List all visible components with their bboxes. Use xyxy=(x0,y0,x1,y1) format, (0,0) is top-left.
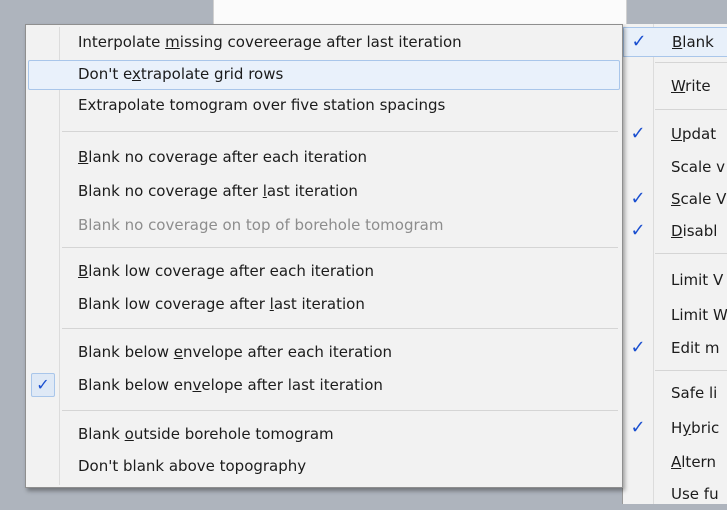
checkmark-icon: ✓ xyxy=(630,220,646,241)
menu-item-label: Don't extrapolate grid rows xyxy=(78,65,284,83)
parent-item-blank[interactable]: ✓ Blank xyxy=(623,27,727,57)
parent-item-alternate[interactable]: Altern xyxy=(623,448,727,478)
parent-item-label: Updat xyxy=(671,125,717,143)
menu-item-blank-low-coverage-last[interactable]: Blank low coverage after last iteration xyxy=(28,290,620,320)
parent-item-write[interactable]: Write xyxy=(623,72,727,102)
menu-item-blank-no-coverage-top-borehole: Blank no coverage on top of borehole tom… xyxy=(28,211,620,241)
menu-item-label: Blank outside borehole tomogram xyxy=(78,425,334,443)
checkmark-icon: ✓ xyxy=(31,373,55,397)
menu-item-blank-below-envelope-each[interactable]: Blank below envelope after each iteratio… xyxy=(28,338,620,368)
parent-separator xyxy=(655,370,727,371)
parent-item-label: Disabl xyxy=(671,222,718,240)
menu-item-blank-below-envelope-last[interactable]: ✓ Blank below envelope after last iterat… xyxy=(28,371,620,401)
parent-item-label: Limit W xyxy=(671,306,727,324)
checkmark-icon: ✓ xyxy=(630,417,646,438)
menu-item-label: Don't blank above topography xyxy=(78,457,307,475)
parent-item-limit-v[interactable]: Limit V xyxy=(623,266,727,296)
menu-item-blank-no-coverage-last[interactable]: Blank no coverage after last iteration xyxy=(28,177,620,207)
menu-separator xyxy=(62,131,618,132)
parent-item-edit[interactable]: ✓ Edit m xyxy=(623,334,727,364)
parent-item-label: Use fu xyxy=(671,485,719,503)
parent-item-label: Safe li xyxy=(671,384,718,402)
menu-item-label: Blank no coverage on top of borehole tom… xyxy=(78,216,444,234)
parent-item-disable[interactable]: ✓ Disabl xyxy=(623,217,727,247)
checkmark-icon: ✓ xyxy=(630,188,646,209)
parent-separator xyxy=(655,109,727,110)
parent-item-hybrid[interactable]: ✓ Hybric xyxy=(623,414,727,444)
parent-item-label: Write xyxy=(671,77,711,95)
menu-item-extrapolate-tomogram[interactable]: Extrapolate tomogram over five station s… xyxy=(28,91,620,121)
parent-separator xyxy=(655,253,727,254)
menu-separator xyxy=(62,328,618,329)
menu-item-label: Extrapolate tomogram over five station s… xyxy=(78,96,446,114)
menu-separator xyxy=(62,247,618,248)
parent-item-label: Hybric xyxy=(671,419,720,437)
menu-item-interpolate-missing-coverage[interactable]: Interpolate missing covereerage after la… xyxy=(28,28,620,58)
menu-item-label: Blank no coverage after each iteration xyxy=(78,148,368,166)
parent-item-update[interactable]: ✓ Updat xyxy=(623,120,727,150)
checkmark-icon: ✓ xyxy=(630,337,646,358)
parent-item-label: Limit V xyxy=(671,271,724,289)
menu-separator xyxy=(62,410,618,411)
menu-item-label: Blank below envelope after last iteratio… xyxy=(78,376,383,394)
checkmark-icon: ✓ xyxy=(630,123,646,144)
parent-item-scale-v[interactable]: Scale v xyxy=(623,153,727,183)
menu-item-label: Blank below envelope after each iteratio… xyxy=(78,343,393,361)
parent-item-label: Scale V xyxy=(671,190,727,208)
parent-item-label: Edit m xyxy=(671,339,720,357)
menu-item-label: Interpolate missing covereerage after la… xyxy=(78,33,462,51)
parent-item-safe[interactable]: Safe li xyxy=(623,379,727,409)
parent-separator xyxy=(655,62,727,63)
menu-item-dont-blank-above-topography[interactable]: Don't blank above topography xyxy=(28,452,620,482)
parent-menu: ✓ Blank Write ✓ Updat Scale v ✓ Scale V … xyxy=(622,24,727,504)
blank-submenu: Interpolate missing covereerage after la… xyxy=(25,24,623,488)
menu-item-blank-outside-borehole[interactable]: Blank outside borehole tomogram xyxy=(28,420,620,450)
parent-item-scale-V[interactable]: ✓ Scale V xyxy=(623,185,727,215)
parent-item-use-full[interactable]: Use fu xyxy=(623,480,727,510)
parent-item-limit-w[interactable]: Limit W xyxy=(623,301,727,331)
checkmark-icon: ✓ xyxy=(631,31,647,52)
menu-item-dont-extrapolate-grid-rows[interactable]: Don't extrapolate grid rows xyxy=(28,60,620,90)
menu-item-blank-low-coverage-each[interactable]: Blank low coverage after each iteration xyxy=(28,257,620,287)
menu-item-label: Blank low coverage after each iteration xyxy=(78,262,374,280)
parent-item-label: Altern xyxy=(671,453,716,471)
menu-item-label: Blank no coverage after last iteration xyxy=(78,182,358,200)
menu-item-label: Blank low coverage after last iteration xyxy=(78,295,365,313)
parent-item-label: Scale v xyxy=(671,158,726,176)
parent-item-label: Blank xyxy=(672,33,714,51)
underlying-window-strip xyxy=(213,0,627,24)
menu-item-blank-no-coverage-each[interactable]: Blank no coverage after each iteration xyxy=(28,143,620,173)
